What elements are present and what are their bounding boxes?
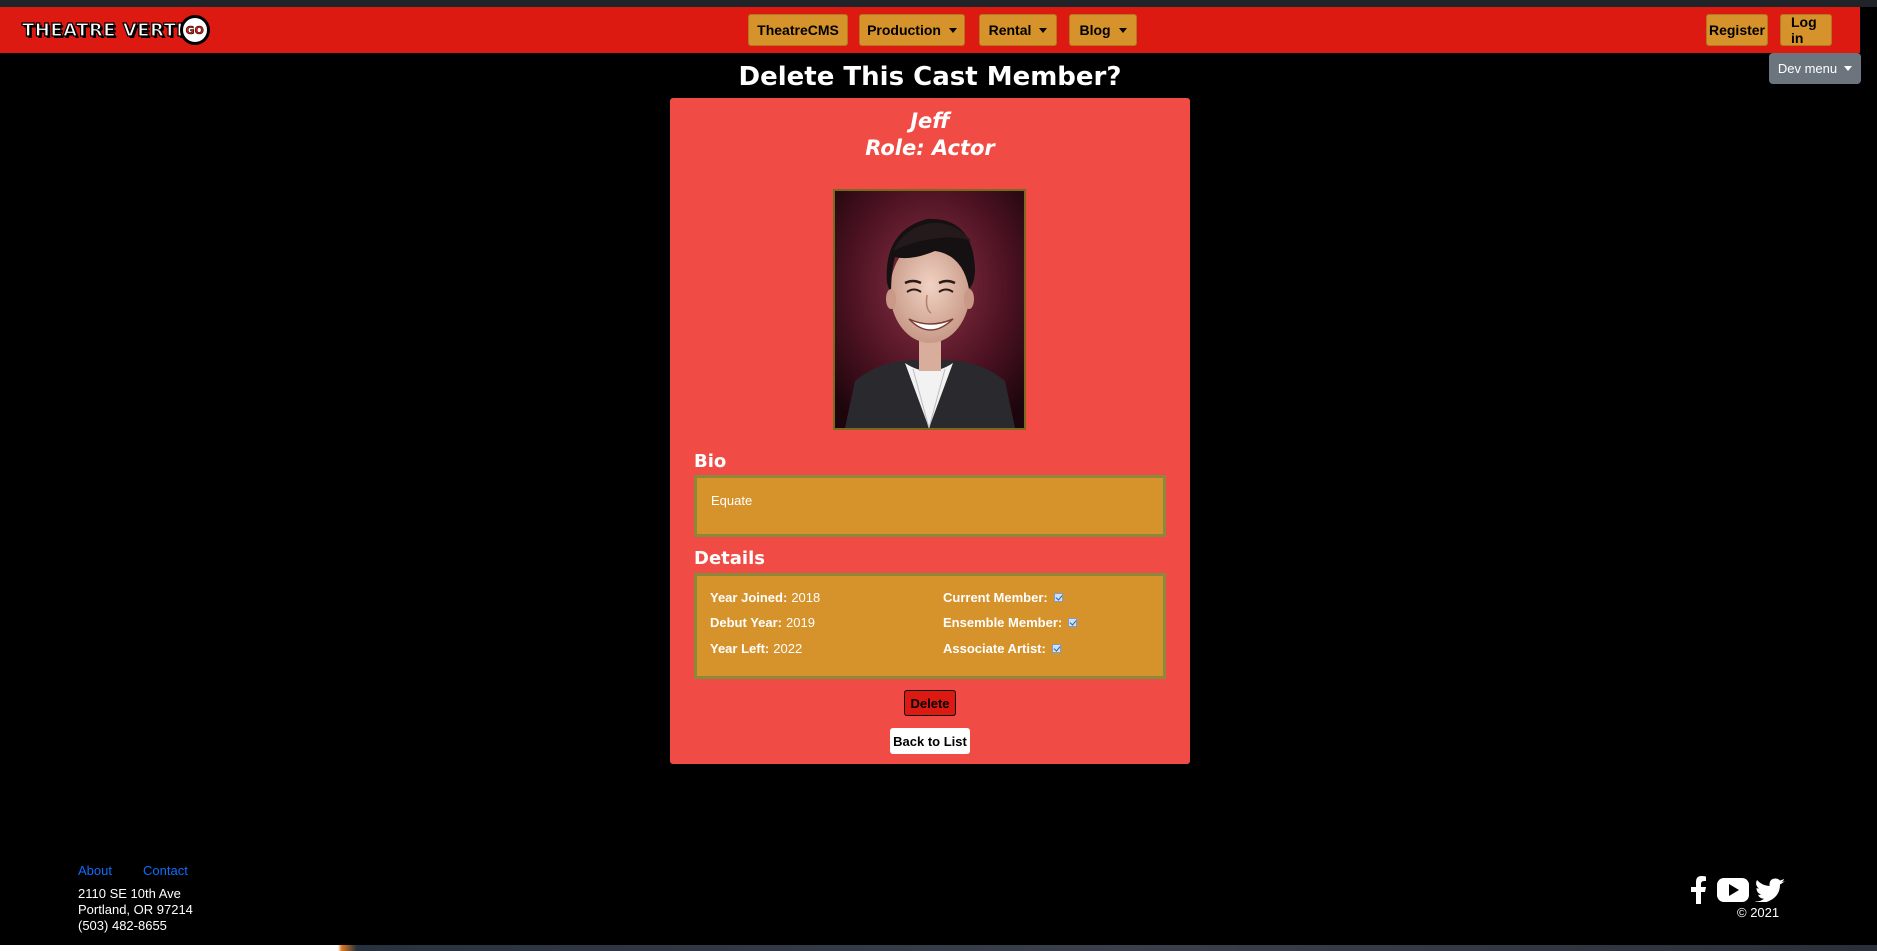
page-title: Delete This Cast Member?	[738, 62, 1122, 92]
top-navbar: THEATRE VERTI GO TheatreCMS Production R…	[0, 7, 1860, 53]
nav-production-dropdown[interactable]: Production	[859, 14, 965, 46]
facebook-icon[interactable]	[1684, 876, 1712, 904]
twitter-glyph	[1755, 878, 1785, 902]
page-scrollbar[interactable]	[1860, 7, 1877, 945]
footer-contact-link[interactable]: Contact	[143, 863, 188, 878]
back-to-list-label: Back to List	[893, 733, 967, 749]
chevron-down-icon	[1118, 27, 1127, 33]
chevron-down-icon	[1039, 27, 1048, 33]
member-name: Jeff	[910, 109, 950, 133]
nav-rental-label: Rental	[988, 22, 1032, 38]
current-member-checkbox	[1053, 593, 1063, 602]
login-button[interactable]: Log in	[1780, 14, 1832, 46]
footer-address-line1: 2110 SE 10th Ave	[78, 886, 181, 901]
nav-theatrecms-label: TheatreCMS	[757, 22, 839, 38]
year-left-label: Year Left:	[710, 641, 770, 656]
login-label: Log in	[1791, 14, 1817, 46]
youtube-glyph	[1717, 878, 1749, 902]
nav-blog-dropdown[interactable]: Blog	[1069, 14, 1137, 46]
year-left-row: Year Left: 2022	[710, 641, 802, 656]
brand-go-circle: GO	[179, 15, 210, 45]
footer-phone: (503) 482-8655	[78, 918, 167, 933]
current-member-row: Current Member:	[943, 590, 1063, 605]
portrait-illustration	[835, 191, 1024, 428]
twitter-icon[interactable]	[1754, 876, 1786, 904]
associate-artist-row: Associate Artist:	[943, 641, 1061, 656]
brand-logo[interactable]: THEATRE VERTI GO	[21, 15, 210, 45]
debut-year-row: Debut Year: 2019	[710, 615, 815, 630]
ensemble-member-row: Ensemble Member:	[943, 615, 1078, 630]
nav-rental-dropdown[interactable]: Rental	[979, 14, 1057, 46]
current-member-label: Current Member:	[943, 590, 1048, 605]
bio-heading: Bio	[694, 451, 727, 472]
window-top-strip	[0, 0, 1877, 7]
nav-blog-label: Blog	[1079, 22, 1111, 38]
footer-address-line2: Portland, OR 97214	[78, 902, 193, 917]
delete-button[interactable]: Delete	[904, 690, 956, 716]
debut-year-value: 2019	[786, 615, 815, 630]
back-to-list-button[interactable]: Back to List	[890, 728, 970, 754]
year-left-value: 2022	[773, 641, 803, 656]
brand-go-text: GO	[185, 23, 204, 37]
year-joined-label: Year Joined:	[710, 590, 788, 605]
details-box: Year Joined: 2018 Debut Year: 2019 Year …	[694, 573, 1166, 679]
debut-year-label: Debut Year:	[710, 615, 783, 630]
ensemble-member-checkbox	[1068, 618, 1078, 627]
associate-artist-checkbox	[1051, 644, 1061, 653]
bio-box: Equate	[694, 475, 1166, 537]
year-joined-value: 2018	[791, 590, 821, 605]
ensemble-member-label: Ensemble Member:	[943, 615, 1063, 630]
footer-about-link[interactable]: About	[78, 863, 112, 878]
register-button[interactable]: Register	[1706, 14, 1768, 46]
nav-production-label: Production	[867, 22, 941, 38]
brand-text: THEATRE VERTI	[21, 19, 184, 41]
delete-label: Delete	[910, 695, 950, 711]
taskbar-strip	[0, 945, 1877, 951]
bio-text: Equate	[711, 493, 753, 508]
associate-artist-label: Associate Artist:	[943, 641, 1046, 656]
member-photo	[833, 189, 1026, 430]
year-joined-row: Year Joined: 2018	[710, 590, 820, 605]
member-role: Role: Actor	[865, 136, 995, 160]
footer-copyright: © 2021	[1737, 905, 1780, 920]
youtube-icon[interactable]	[1716, 876, 1750, 904]
details-heading: Details	[694, 548, 765, 569]
register-label: Register	[1708, 22, 1766, 38]
nav-theatrecms-button[interactable]: TheatreCMS	[748, 14, 848, 46]
facebook-glyph	[1691, 876, 1706, 904]
chevron-down-icon	[948, 27, 957, 33]
cast-member-card: Jeff Role: Actor Bio Equate Details Year…	[670, 98, 1190, 764]
